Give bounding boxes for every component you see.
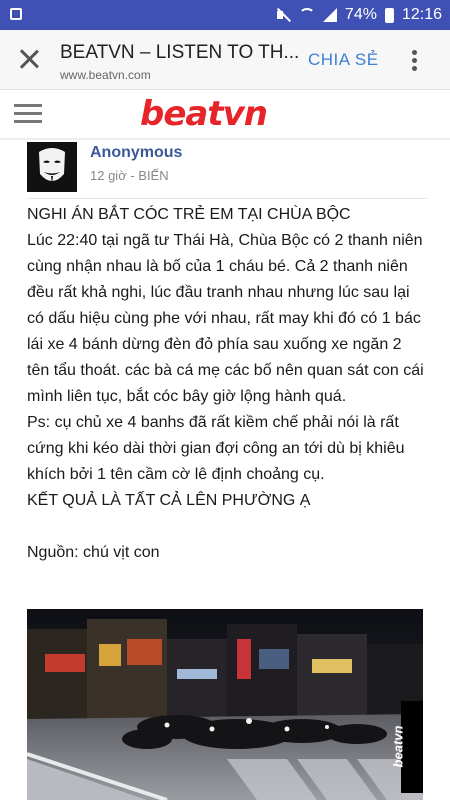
- post-paragraph: Lúc 22:40 tại ngã tư Thái Hà, Chùa Bộc c…: [27, 232, 424, 405]
- post-author[interactable]: Anonymous: [90, 144, 182, 162]
- site-header: beatvn: [0, 90, 450, 140]
- menu-icon[interactable]: [14, 104, 42, 124]
- anonymous-mask-icon: [27, 142, 77, 192]
- signal-icon: [322, 8, 337, 22]
- post-photo[interactable]: beatvn: [27, 609, 423, 800]
- clock: 12:16: [401, 6, 442, 23]
- more-options-icon[interactable]: [412, 50, 418, 72]
- post-header: Anonymous 12 giờ - BIẾN: [27, 142, 427, 196]
- page-title: BEATVN – LISTEN TO TH...: [60, 42, 300, 63]
- street-night-photo: [27, 609, 423, 800]
- watermark-text: beatvn: [390, 725, 406, 768]
- browser-toolbar: BEATVN – LISTEN TO TH... www.beatvn.com …: [0, 30, 450, 90]
- post-paragraph: KẾT QUẢ LÀ TẤT CẢ LÊN PHƯỜNG Ạ: [27, 492, 311, 509]
- status-bar: 74% 12:16: [0, 0, 450, 30]
- divider: [27, 198, 427, 199]
- notification-icon: [10, 8, 22, 20]
- site-logo[interactable]: beatvn: [140, 94, 268, 134]
- post-meta: 12 giờ - BIẾN: [90, 168, 169, 183]
- mute-icon: [275, 8, 291, 22]
- avatar[interactable]: [27, 142, 77, 192]
- post-paragraph: Ps: cụ chủ xe 4 banhs đã rất kiềm chế ph…: [27, 414, 405, 483]
- post-headline: NGHI ÁN BẮT CÓC TRẺ EM TẠI CHÙA BỘC: [27, 206, 351, 223]
- post-content: NGHI ÁN BẮT CÓC TRẺ EM TẠI CHÙA BỘC Lúc …: [27, 202, 427, 566]
- status-icons: 74% 12:16: [275, 0, 442, 30]
- share-button[interactable]: CHIA SẺ: [308, 50, 379, 70]
- watermark: beatvn: [390, 701, 423, 793]
- page-url: www.beatvn.com: [60, 68, 151, 82]
- close-icon[interactable]: [18, 48, 40, 70]
- post-source: Nguồn: chú vịt con: [27, 544, 160, 561]
- wifi-icon: [298, 8, 315, 22]
- battery-icon: [384, 7, 394, 23]
- battery-percent: 74%: [344, 6, 377, 23]
